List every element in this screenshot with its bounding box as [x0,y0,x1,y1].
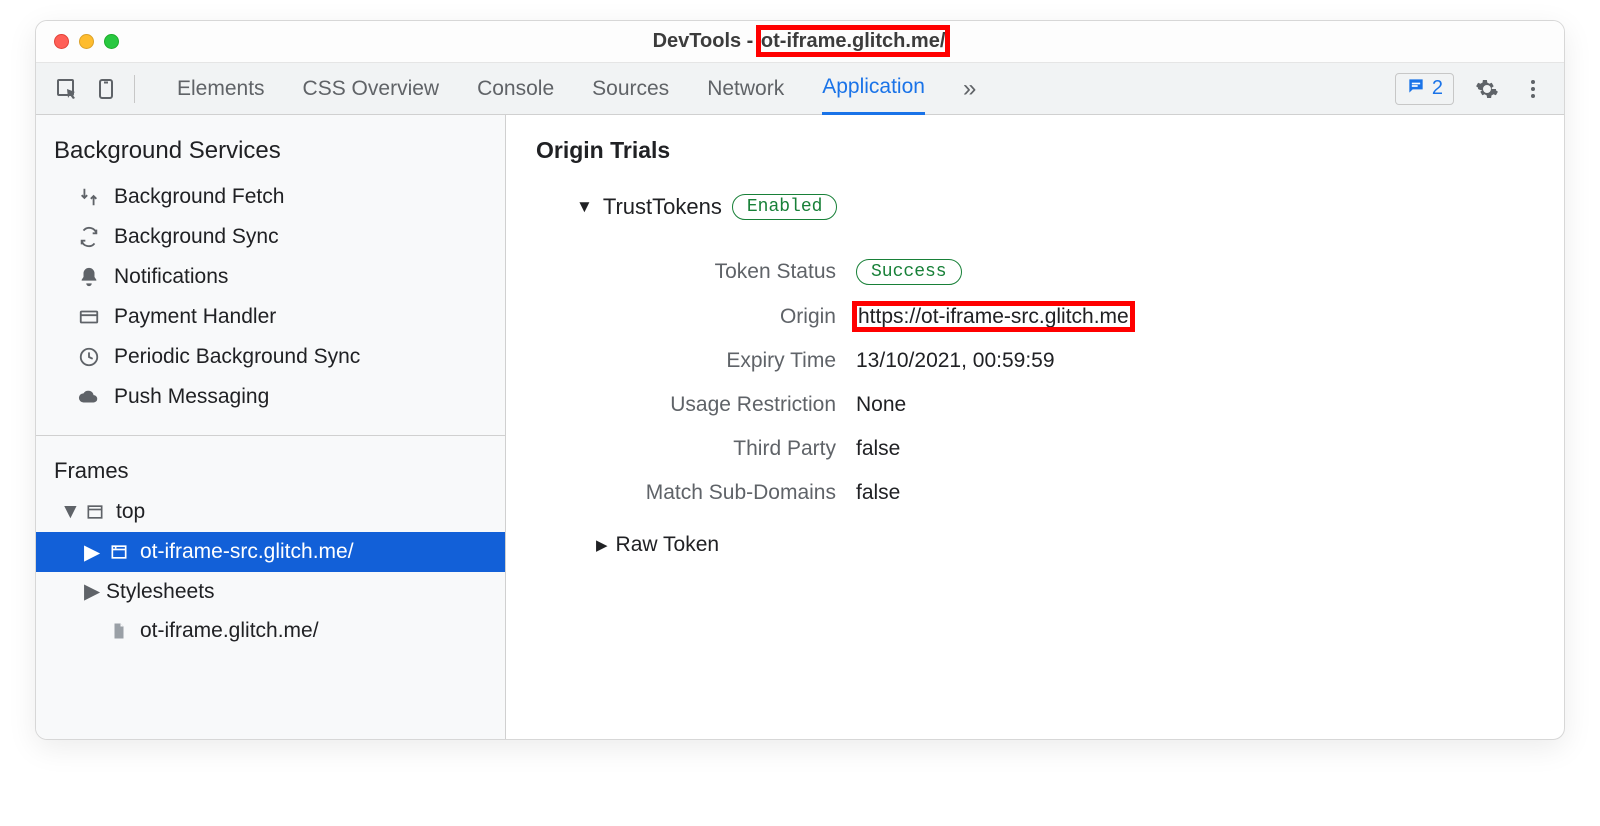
main-toolbar: Elements CSS Overview Console Sources Ne… [36,63,1564,115]
label-subdomains: Match Sub-Domains [596,481,856,505]
disclosure-spacer [84,619,98,643]
tab-network[interactable]: Network [707,63,784,115]
frame-top[interactable]: ▼ top [36,492,505,532]
sidebar-item-label: Background Sync [114,225,279,249]
more-tabs-icon[interactable]: » [963,75,976,103]
frames-tree: ▼ top ▶ ot-iframe-src.glitch.me/ ▶ Style… [36,492,505,651]
raw-token-label: Raw Token [616,533,720,557]
trial-status-pill: Enabled [732,194,838,220]
sidebar-item-label: Periodic Background Sync [114,345,360,369]
tab-sources[interactable]: Sources [592,63,669,115]
frame-iframe-selected[interactable]: ▶ ot-iframe-src.glitch.me/ [36,532,505,572]
console-messages-badge[interactable]: 2 [1395,73,1454,105]
traffic-lights [36,34,119,49]
disclosure-right-icon[interactable]: ▶ [84,579,98,604]
raw-token-row[interactable]: ▶ Raw Token [596,533,1534,557]
sidebar-item-background-fetch[interactable]: Background Fetch [36,177,505,217]
background-fetch-icon [76,184,102,210]
label-expiry: Expiry Time [596,349,856,373]
label-third-party: Third Party [596,437,856,461]
sidebar-item-periodic-sync[interactable]: Periodic Background Sync [36,337,505,377]
value-third-party: false [856,437,900,461]
kebab-menu-icon[interactable] [1520,76,1546,102]
label-origin: Origin [596,305,856,329]
stylesheets-node[interactable]: ▶ Stylesheets [36,572,505,611]
label-token-status: Token Status [596,260,856,284]
toolbar-divider [134,75,135,103]
device-toolbar-icon[interactable] [94,76,120,102]
sidebar-item-label: Push Messaging [114,385,269,409]
message-count: 2 [1432,77,1443,100]
row-usage: Usage Restriction None [596,383,1534,427]
sidebar-item-push-messaging[interactable]: Push Messaging [36,377,505,417]
clock-icon [76,344,102,370]
disclosure-right-icon[interactable]: ▶ [596,536,608,554]
background-services-heading: Background Services [36,115,505,173]
row-origin: Origin https://ot-iframe-src.glitch.me [596,295,1534,339]
row-third-party: Third Party false [596,427,1534,471]
sidebar-divider [36,435,505,436]
window-title-url: ot-iframe.glitch.me/ [759,28,947,54]
zoom-window-button[interactable] [104,34,119,49]
trial-row[interactable]: ▼ TrustTokens Enabled [576,194,1534,220]
sidebar-item-label: Background Fetch [114,185,284,209]
frames-heading: Frames [36,442,505,492]
titlebar: DevTools - ot-iframe.glitch.me/ [36,21,1564,63]
main-panel: Origin Trials ▼ TrustTokens Enabled Toke… [506,115,1564,739]
disclosure-down-icon[interactable]: ▼ [60,500,74,524]
frame-label: ot-iframe-src.glitch.me/ [140,540,354,564]
background-services-list: Background Fetch Background Sync Notific… [36,173,505,429]
minimize-window-button[interactable] [79,34,94,49]
content-area: Background Services Background Fetch Bac… [36,115,1564,739]
sidebar-item-payment-handler[interactable]: Payment Handler [36,297,505,337]
value-token-status: Success [856,259,962,285]
close-window-button[interactable] [54,34,69,49]
value-expiry: 13/10/2021, 00:59:59 [856,349,1055,373]
tab-css-overview[interactable]: CSS Overview [303,63,440,115]
devtools-window: DevTools - ot-iframe.glitch.me/ Elements… [35,20,1565,740]
stylesheets-label: Stylesheets [106,580,215,604]
window-title-prefix: DevTools - [653,30,759,52]
application-sidebar: Background Services Background Fetch Bac… [36,115,506,739]
tab-console[interactable]: Console [477,63,554,115]
background-sync-icon [76,224,102,250]
tab-application[interactable]: Application [822,63,925,115]
value-subdomains: false [856,481,900,505]
resource-file[interactable]: ot-iframe.glitch.me/ [36,611,505,651]
resource-file-label: ot-iframe.glitch.me/ [140,619,319,643]
row-expiry: Expiry Time 13/10/2021, 00:59:59 [596,339,1534,383]
settings-icon[interactable] [1474,76,1500,102]
row-subdomains: Match Sub-Domains false [596,471,1534,515]
trial-details-table: Token Status Success Origin https://ot-i… [596,248,1534,515]
sidebar-item-notifications[interactable]: Notifications [36,257,505,297]
bell-icon [76,264,102,290]
tab-elements[interactable]: Elements [177,63,265,115]
inspect-element-icon[interactable] [54,76,80,102]
panel-tabs: Elements CSS Overview Console Sources Ne… [153,63,976,115]
window-title: DevTools - ot-iframe.glitch.me/ [36,30,1564,53]
disclosure-right-icon[interactable]: ▶ [84,540,98,565]
sidebar-item-label: Notifications [114,265,228,289]
value-origin: https://ot-iframe-src.glitch.me [856,305,1131,328]
frame-icon [82,499,108,525]
message-icon [1406,76,1426,102]
value-usage: None [856,393,906,417]
label-usage: Usage Restriction [596,393,856,417]
cloud-icon [76,384,102,410]
trial-name: TrustTokens [603,194,722,220]
file-icon [106,618,132,644]
frame-label: top [116,500,145,524]
iframe-icon [106,539,132,565]
sidebar-item-label: Payment Handler [114,305,276,329]
origin-trials-heading: Origin Trials [536,137,1534,164]
credit-card-icon [76,304,102,330]
sidebar-item-background-sync[interactable]: Background Sync [36,217,505,257]
row-token-status: Token Status Success [596,248,1534,295]
disclosure-down-icon[interactable]: ▼ [576,197,593,217]
